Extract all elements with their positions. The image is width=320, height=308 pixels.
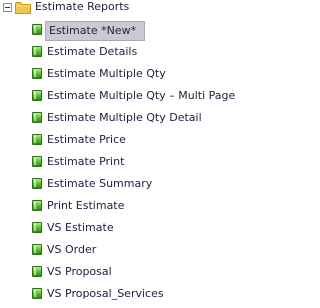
tree-item[interactable]: Print Estimate xyxy=(0,195,242,217)
folder-icon xyxy=(15,2,31,14)
tree-item[interactable]: VS Order xyxy=(0,239,242,261)
report-icon xyxy=(32,68,42,79)
tree-item[interactable]: Estimate Multiple Qty xyxy=(0,63,242,85)
report-tree: Estimate Reports Estimate *New* Estimate … xyxy=(0,0,242,308)
report-icon xyxy=(32,46,42,57)
tree-item-label: Estimate Multiple Qty Detail xyxy=(47,111,202,124)
tree-children: Estimate *New* Estimate Details Estimate M… xyxy=(0,19,242,305)
report-icon xyxy=(32,200,42,211)
tree-item[interactable]: Estimate *New* xyxy=(0,19,242,41)
tree-item-label: VS Proposal_Services xyxy=(47,287,164,300)
report-icon xyxy=(32,24,42,35)
tree-item-label: VS Estimate xyxy=(47,221,114,234)
report-icon xyxy=(32,90,42,101)
tree-root-label: Estimate Reports xyxy=(35,0,130,13)
tree-item[interactable]: Estimate Multiple Qty – Multi Page xyxy=(0,85,242,107)
tree-item[interactable]: Estimate Summary xyxy=(0,173,242,195)
tree-item-label: Print Estimate xyxy=(47,199,125,212)
tree-item-label: Estimate Price xyxy=(47,133,126,146)
report-icon xyxy=(32,222,42,233)
report-icon xyxy=(32,112,42,123)
tree-item-label: Estimate *New* xyxy=(45,21,145,41)
report-icon xyxy=(32,178,42,189)
report-icon xyxy=(32,134,42,145)
report-icon xyxy=(32,156,42,167)
tree-item[interactable]: Estimate Details xyxy=(0,41,242,63)
tree-item[interactable]: Estimate Print xyxy=(0,151,242,173)
report-icon xyxy=(32,266,42,277)
tree-item-label: VS Proposal xyxy=(47,265,112,278)
tree-item-label: Estimate Multiple Qty – Multi Page xyxy=(47,89,236,102)
tree-item-label: Estimate Print xyxy=(47,155,125,168)
tree-item[interactable]: VS Estimate xyxy=(0,217,242,239)
tree-item[interactable]: VS Proposal xyxy=(0,261,242,283)
tree-item-label: Estimate Details xyxy=(47,45,138,58)
tree-node-estimate-reports[interactable]: Estimate Reports xyxy=(0,0,240,16)
report-icon xyxy=(32,288,42,299)
collapse-toggle-icon[interactable] xyxy=(3,3,12,12)
tree-item-label: Estimate Multiple Qty xyxy=(47,67,166,80)
tree-item[interactable]: Estimate Multiple Qty Detail xyxy=(0,107,242,129)
tree-item[interactable]: VS Proposal_Services xyxy=(0,283,242,305)
tree-item[interactable]: Estimate Price xyxy=(0,129,242,151)
tree-item-label: Estimate Summary xyxy=(47,177,153,190)
report-icon xyxy=(32,244,42,255)
tree-item-label: VS Order xyxy=(47,243,97,256)
